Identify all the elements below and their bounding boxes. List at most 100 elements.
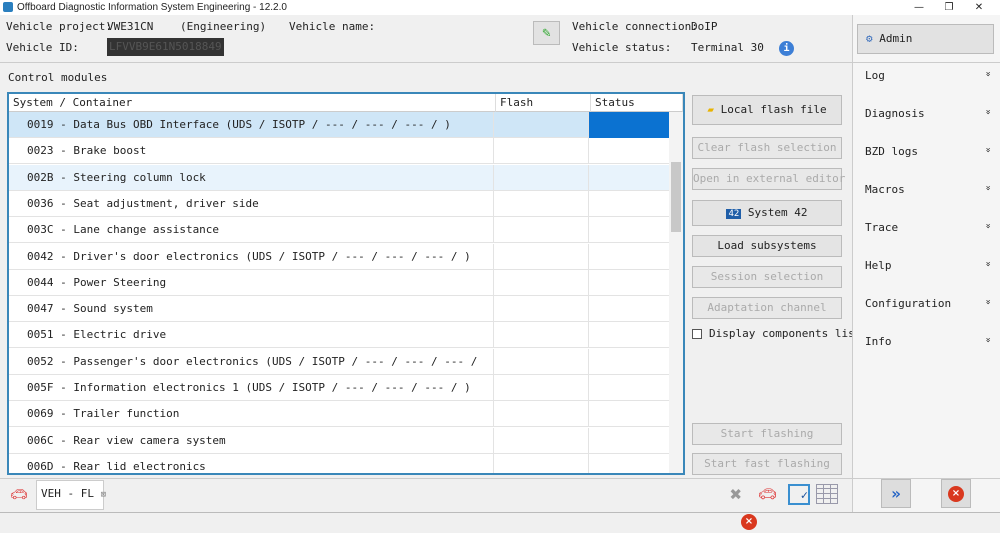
sidebar-item-help[interactable]: Help » (865, 259, 993, 272)
flash-sequence-cell (494, 138, 589, 165)
checklist-icon[interactable]: ✓ (788, 484, 810, 505)
sidebar-item-trace[interactable]: Trace » (865, 221, 993, 234)
chevron-down-icon: » (982, 223, 993, 229)
start-fast-flashing-button[interactable]: Start fast flashing (692, 453, 842, 475)
open-external-editor-button[interactable]: Open in external editor (692, 168, 845, 190)
chevron-down-icon: » (982, 261, 993, 267)
status-cell (589, 375, 669, 401)
grid-icon[interactable] (816, 484, 838, 504)
table-row[interactable]: 006D - Rear lid electronics (9, 453, 669, 473)
mode-value: (Engineering) (180, 20, 267, 33)
folder-icon: ▰ (707, 103, 715, 116)
status-cell (589, 296, 669, 322)
table-row[interactable]: 0047 - Sound system (9, 296, 669, 323)
table-row[interactable]: 0042 - Driver's door electronics (UDS / … (9, 243, 669, 270)
status-value: Terminal 30 (691, 41, 764, 54)
table-row[interactable]: 0069 - Trailer function (9, 401, 669, 428)
status-cell (589, 428, 669, 454)
vehicle-id-value: LFVVB9E61N5018849 (107, 38, 224, 56)
system-cell: 0044 - Power Steering (27, 269, 494, 296)
sidebar-item-macros[interactable]: Macros » (865, 183, 992, 196)
session-selection-button[interactable]: Session selection (692, 266, 842, 288)
table-scrollbar[interactable] (669, 112, 683, 473)
close-window-button[interactable]: ✕ (965, 0, 993, 15)
display-components-label: Display components list (709, 327, 862, 340)
system42-icon: 42 (726, 209, 742, 219)
system-cell: 005F - Information electronics 1 (UDS / … (27, 375, 494, 401)
flash-sequence-cell (494, 243, 589, 270)
restore-button[interactable]: ❐ (935, 0, 963, 15)
title-bar: Offboard Diagnostic Information System E… (0, 0, 1000, 15)
edit-note-icon[interactable]: ✎ (533, 21, 560, 45)
system-cell: 006D - Rear lid electronics (27, 453, 494, 473)
info-icon[interactable]: i (779, 41, 794, 56)
sidebar-item-configuration[interactable]: Configuration » (865, 297, 993, 310)
vehicle-icon[interactable]: 🚗︎ (758, 485, 777, 503)
cancel-icon: × (948, 486, 964, 502)
admin-button[interactable]: ⚙ Admin (857, 24, 994, 54)
tab-close-icon[interactable]: ⊠ (101, 490, 106, 500)
column-header-system[interactable]: System / Container (9, 94, 496, 112)
scrollbar-thumb[interactable] (671, 162, 681, 232)
table-row[interactable]: 0036 - Seat adjustment, driver side (9, 190, 669, 217)
tab-veh-fl[interactable]: VEH - FL ⊠ (36, 480, 106, 510)
flash-sequence-cell (494, 348, 589, 375)
flash-sequence-cell (494, 401, 589, 428)
system-cell: 0047 - Sound system (27, 296, 494, 323)
chevron-down-icon: » (982, 337, 993, 343)
sidebar-item-label: Configuration (865, 297, 952, 310)
sidebar-item-info[interactable]: Info » (865, 335, 993, 348)
table-row[interactable]: 006C - Rear view camera system (9, 427, 669, 454)
start-flashing-button[interactable]: Start flashing (692, 423, 842, 445)
window-title: Offboard Diagnostic Information System E… (17, 2, 287, 13)
sidebar-item-log[interactable]: Log » (865, 69, 993, 82)
table-row[interactable]: 0044 - Power Steering (9, 269, 669, 296)
table-row[interactable]: 005F - Information electronics 1 (UDS / … (9, 375, 669, 401)
load-subsystems-button[interactable]: Load subsystems (692, 235, 842, 257)
local-flash-file-label: Local flash file (720, 103, 827, 116)
adaptation-channel-button[interactable]: Adaptation channel (692, 297, 842, 319)
clear-flash-selection-button[interactable]: Clear flash selection (692, 137, 842, 159)
table-row[interactable]: 0052 - Passenger's door electronics (UDS… (9, 348, 669, 375)
chevron-down-icon: » (982, 299, 993, 305)
error-icon[interactable]: × (741, 514, 757, 530)
minimize-button[interactable]: — (905, 0, 933, 15)
table-row[interactable]: 0023 - Brake boost (9, 138, 669, 165)
car-icon: 🚗︎ (10, 487, 28, 503)
chevron-down-icon: » (982, 71, 993, 77)
local-flash-file-button[interactable]: ▰ Local flash file (692, 95, 842, 125)
flash-sequence-cell (494, 269, 589, 296)
sidebar-divider (852, 62, 1000, 63)
disconnect-icon[interactable]: ✖ (730, 482, 742, 506)
system-cell: 0051 - Electric drive (27, 322, 494, 349)
forward-icon[interactable]: » (881, 479, 911, 508)
flash-sequence-cell (494, 164, 589, 191)
section-title: Control modules (8, 71, 108, 84)
column-header-flash-sequence[interactable]: Flash Sequence (496, 94, 591, 127)
display-components-checkbox[interactable] (692, 329, 702, 339)
system42-button[interactable]: 42 System 42 (692, 200, 842, 226)
flash-sequence-cell (494, 112, 589, 138)
cancel-button[interactable]: × (941, 479, 971, 508)
system-cell: 0036 - Seat adjustment, driver side (27, 190, 494, 217)
control-modules-table: System / Container Flash Sequence Status… (7, 92, 685, 475)
flash-sequence-cell (494, 296, 589, 323)
flash-sequence-cell (494, 453, 589, 473)
sidebar-item-label: Info (865, 335, 892, 348)
vehicle-id-label: Vehicle ID: (6, 41, 79, 54)
status-bar (0, 512, 1000, 533)
column-header-status[interactable]: Status (591, 94, 683, 112)
table-row[interactable]: 002B - Steering column lock (9, 164, 669, 191)
tab-label: VEH - FL (41, 487, 94, 500)
status-cell (589, 270, 669, 296)
sidebar-item-label: BZD logs (865, 145, 918, 158)
sidebar-item-diagnosis[interactable]: Diagnosis » (865, 107, 993, 120)
table-row[interactable]: 003C - Lane change assistance (9, 217, 669, 244)
chevron-down-icon: » (982, 109, 993, 115)
flash-sequence-cell (494, 375, 589, 401)
status-cell (589, 349, 669, 375)
sidebar-item-bzd-logs[interactable]: BZD logs » (865, 145, 992, 158)
table-row[interactable]: 0019 - Data Bus OBD Interface (UDS / ISO… (9, 112, 669, 138)
system-cell: 002B - Steering column lock (27, 164, 494, 191)
table-row[interactable]: 0051 - Electric drive (9, 322, 669, 349)
